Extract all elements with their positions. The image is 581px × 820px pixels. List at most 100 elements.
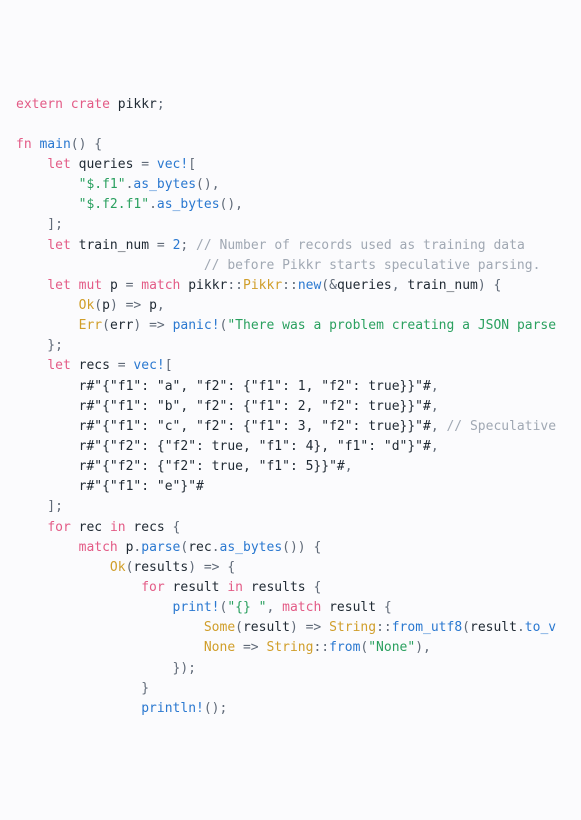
token-pun: , — [266, 600, 282, 615]
code-line: "$.f1".as_bytes(), — [16, 175, 581, 195]
token-pun: (), — [220, 197, 243, 212]
token-pun — [16, 399, 79, 414]
token-id: recs — [79, 358, 110, 373]
token-pun — [16, 520, 47, 535]
token-pun — [16, 600, 173, 615]
token-ty: Pikkr — [243, 278, 282, 293]
token-fn: to_v — [525, 620, 556, 635]
token-pun: :: — [227, 278, 243, 293]
token-id: results — [251, 580, 306, 595]
token-pun: ) => — [290, 620, 329, 635]
token-com: // Number of records used as training da… — [196, 238, 525, 253]
token-id: queries — [79, 157, 134, 172]
token-id: rec — [188, 540, 211, 555]
token-pun: ), — [415, 640, 431, 655]
token-id: err — [110, 318, 133, 333]
token-pun: :: — [376, 620, 392, 635]
token-pun — [243, 580, 251, 595]
token-pun: . — [517, 620, 525, 635]
token-pun: ( — [94, 298, 102, 313]
token-ty: Err — [79, 318, 102, 333]
token-pun — [71, 520, 79, 535]
token-id: p — [110, 278, 118, 293]
code-line: "$.f2.f1".as_bytes(), — [16, 195, 581, 215]
token-id: p — [102, 298, 110, 313]
token-pun — [118, 540, 126, 555]
token-pun — [16, 540, 79, 555]
token-pun: = — [118, 278, 141, 293]
token-pun: (& — [321, 278, 337, 293]
token-id: result — [243, 620, 290, 635]
token-id: r#"{"f2": {"f2": true, "f1": 5}}"# — [79, 459, 345, 474]
token-str: "None" — [368, 640, 415, 655]
token-kw: let — [47, 157, 70, 172]
token-str: "$.f1" — [79, 177, 126, 192]
code-line: r#"{"f2": {"f2": true, "f1": 4}, "f1": "… — [16, 437, 581, 457]
token-pun — [71, 157, 79, 172]
token-pun — [16, 298, 79, 313]
token-pun — [102, 520, 110, 535]
token-pun — [71, 238, 79, 253]
token-pun: ( — [102, 318, 110, 333]
code-line: r#"{"f1": "c", "f2": {"f1": 3, "f2": tru… — [16, 417, 581, 437]
token-pun: = — [133, 157, 156, 172]
token-ty: Ok — [79, 298, 95, 313]
token-kw: match — [141, 278, 180, 293]
token-pun: (), — [196, 177, 219, 192]
token-kw: fn — [16, 137, 32, 152]
token-fn: as_bytes — [220, 540, 283, 555]
token-pun — [16, 640, 204, 655]
code-line: match p.parse(rec.as_bytes()) { — [16, 538, 581, 558]
token-pun — [16, 238, 47, 253]
token-fn: from_utf8 — [392, 620, 462, 635]
token-kw: in — [110, 520, 126, 535]
token-pun: ) => — [133, 318, 172, 333]
token-kw: for — [141, 580, 164, 595]
token-str: "There was a problem creating a JSON par… — [227, 318, 556, 333]
token-pun — [16, 580, 141, 595]
token-fn: as_bytes — [133, 177, 196, 192]
token-id: pikkr — [188, 278, 227, 293]
token-pun: } — [16, 681, 149, 696]
token-com: // before Pikkr starts speculative parsi… — [204, 258, 541, 273]
token-pun — [16, 278, 47, 293]
token-str: "{} " — [227, 600, 266, 615]
token-pun: ) => — [110, 298, 149, 313]
token-kw: let — [47, 278, 70, 293]
token-fn: as_bytes — [157, 197, 220, 212]
token-id: r#"{"f1": "e"}"# — [79, 479, 204, 494]
code-line: fn main() { — [16, 135, 581, 155]
token-pun — [16, 358, 47, 373]
token-kw: for — [47, 520, 70, 535]
token-pun: , — [392, 278, 408, 293]
token-pun: = — [110, 358, 133, 373]
code-line: let queries = vec![ — [16, 155, 581, 175]
code-block: extern crate pikkr; fn main() { let quer… — [16, 95, 581, 719]
code-line: // before Pikkr starts speculative parsi… — [16, 256, 581, 276]
code-line: } — [16, 679, 581, 699]
code-line: Some(result) => String::from_utf8(result… — [16, 618, 581, 638]
token-pun: { — [306, 580, 322, 595]
code-line: r#"{"f2": {"f2": true, "f1": 5}}"#, — [16, 457, 581, 477]
token-pun: (); — [204, 701, 227, 716]
token-id: result — [470, 620, 517, 635]
token-pun — [71, 278, 79, 293]
token-id: r#"{"f2": {"f2": true, "f1": 4}, "f1": "… — [79, 439, 431, 454]
token-ty: Ok — [110, 560, 126, 575]
token-pun — [16, 318, 79, 333]
token-pun — [165, 580, 173, 595]
code-line: print!("{} ", match result { — [16, 598, 581, 618]
token-pun: => — [235, 640, 266, 655]
token-pun — [110, 97, 118, 112]
code-line: extern crate pikkr; — [16, 95, 581, 115]
code-line: for result in results { — [16, 578, 581, 598]
code-line: }); — [16, 659, 581, 679]
token-fn: new — [298, 278, 321, 293]
code-line: let train_num = 2; // Number of records … — [16, 236, 581, 256]
token-pun: ( — [462, 620, 470, 635]
code-line — [16, 115, 581, 135]
code-line: None => String::from("None"), — [16, 638, 581, 658]
token-pun — [16, 197, 79, 212]
token-id: p — [149, 298, 157, 313]
token-kw: in — [227, 580, 243, 595]
